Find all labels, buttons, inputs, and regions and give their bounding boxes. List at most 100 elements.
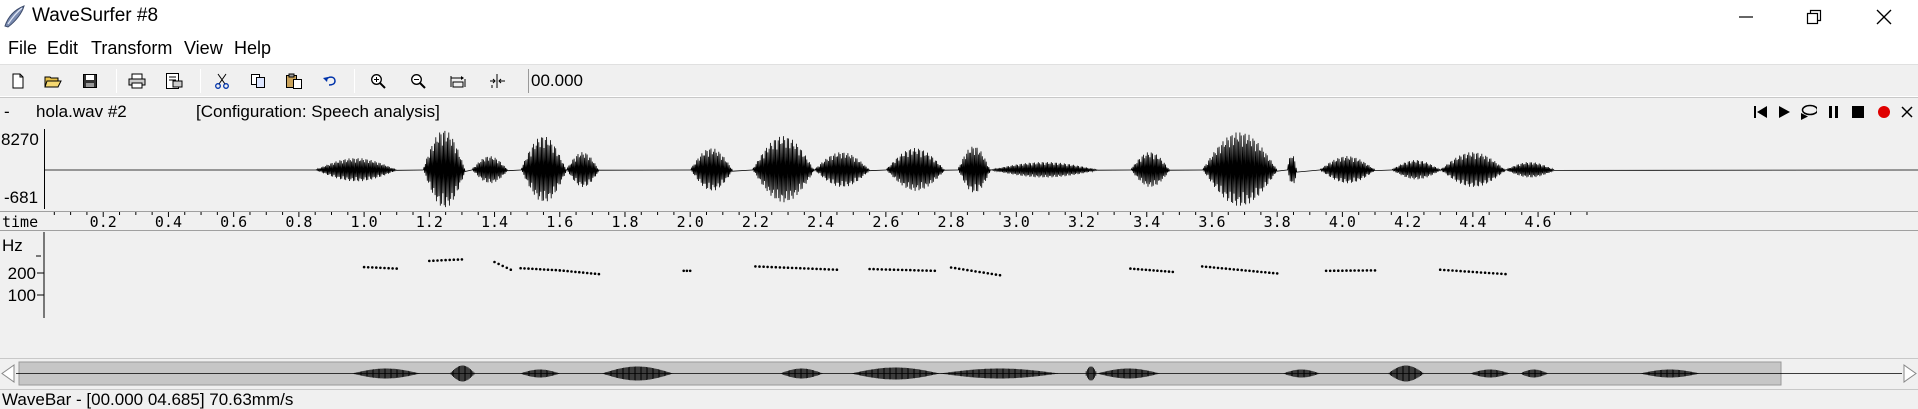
undo-icon (323, 76, 336, 86)
pitch-point (766, 265, 769, 269)
pitch-point (497, 262, 500, 266)
pitch-point (574, 270, 577, 274)
menu-file[interactable]: File (4, 38, 41, 59)
pitch-point (1171, 270, 1175, 274)
pitch-point (1167, 270, 1171, 273)
pitch-point (1349, 269, 1352, 272)
open-button[interactable] (41, 70, 65, 92)
stop-button[interactable] (1849, 103, 1867, 121)
pitch-point (807, 267, 810, 270)
pitch-point (1228, 267, 1232, 271)
print-setup-button[interactable] (162, 70, 186, 92)
pitch-point (921, 269, 924, 272)
zoom-out-button[interactable] (406, 70, 430, 92)
menu-edit[interactable]: Edit (43, 38, 82, 59)
configuration-label: [Configuration: Speech analysis] (196, 102, 440, 121)
pitch-point (428, 259, 431, 263)
pitch-point (1148, 268, 1151, 272)
skip-to-start-icon (1754, 106, 1767, 118)
wavesurfer-logo-icon (4, 5, 25, 28)
pitch-point (1455, 269, 1458, 273)
skip-to-start-button[interactable] (1752, 103, 1770, 121)
pitch-point (1491, 272, 1495, 275)
minimize-button[interactable] (1712, 0, 1780, 34)
pitch-point (1369, 269, 1373, 272)
pitch-point (519, 266, 522, 270)
pitch-point (440, 259, 443, 262)
pitch-point (929, 269, 932, 272)
pitch-point (452, 258, 456, 261)
save-button[interactable] (78, 70, 102, 92)
stop-icon (1852, 106, 1864, 118)
print-icon (128, 73, 146, 89)
waveform-pane[interactable]: 8270 -681 (0, 125, 1918, 209)
new-file-button[interactable] (6, 70, 30, 92)
pitch-point (868, 267, 871, 271)
pitch-point (1204, 265, 1208, 269)
print-setup-icon (166, 73, 183, 89)
pitch-point (1156, 269, 1159, 272)
pitch-pane[interactable]: Hz 200 100 (0, 232, 1918, 318)
pitch-point (570, 270, 573, 273)
play-button[interactable] (1775, 103, 1793, 121)
zoom-in-icon (371, 74, 386, 89)
sound-menu-dash[interactable]: - (4, 102, 10, 122)
play-icon (1779, 106, 1790, 118)
pitch-point (994, 273, 998, 276)
waveform-trace (45, 130, 1918, 208)
pitch-point (1459, 269, 1462, 273)
pitch-point (1496, 272, 1499, 275)
pitch-point (1275, 272, 1279, 275)
pitch-point (888, 268, 892, 271)
cut-button[interactable] (210, 70, 234, 92)
play-loop-button[interactable] (1799, 103, 1817, 121)
pitch-point (1240, 268, 1243, 272)
paste-icon (286, 73, 302, 89)
menu-transform[interactable]: Transform (87, 38, 176, 59)
pitch-point (1447, 269, 1450, 272)
close-sound-button[interactable] (1898, 103, 1916, 121)
pitch-point (794, 266, 798, 270)
close-icon (1901, 106, 1913, 118)
pitch-point (880, 268, 884, 271)
menu-help[interactable]: Help (230, 38, 275, 59)
sound-header: - hola.wav #2 [Configuration: Speech ana… (0, 98, 1918, 125)
pitch-point (509, 268, 513, 271)
pitch-point (778, 266, 782, 269)
pitch-point (550, 268, 554, 272)
zoom-selection-button[interactable] (486, 70, 510, 92)
wavebar-overview[interactable] (0, 358, 1918, 389)
pitch-point (1479, 271, 1483, 274)
pitch-point (998, 273, 1002, 277)
time-axis-ticks: 0.2 0.4 0.6 0.8 1.0 1.2 1.4 1.6 1.8 2.0 2.2 2.4 2.6 2… (53, 212, 1588, 231)
pitch-point (379, 266, 382, 270)
menu-view[interactable]: View (180, 38, 227, 59)
pitch-point (535, 267, 538, 271)
undo-button[interactable] (318, 70, 342, 92)
restore-button[interactable] (1780, 0, 1848, 34)
pitch-point (1160, 269, 1163, 273)
pitch-point (872, 267, 875, 271)
pitch-point (953, 266, 957, 270)
paste-button[interactable] (282, 70, 306, 92)
pitch-point (1438, 268, 1442, 271)
pitch-point (1451, 269, 1454, 272)
copy-button[interactable] (246, 70, 270, 92)
pitch-point (1504, 272, 1507, 276)
close-icon (1876, 9, 1892, 25)
pitch-point (896, 268, 900, 272)
pause-button[interactable] (1825, 103, 1843, 121)
record-button[interactable] (1875, 103, 1893, 121)
pitch-point (835, 268, 839, 271)
zoom-full-button[interactable] (446, 70, 470, 92)
zoom-in-button[interactable] (366, 70, 390, 92)
pitch-point (597, 272, 601, 276)
close-window-button[interactable] (1850, 0, 1918, 34)
pitch-point (383, 266, 386, 270)
pitch-point (1345, 269, 1348, 272)
pitch-point (391, 267, 394, 270)
open-folder-icon (44, 76, 62, 88)
zoom-selection-icon (490, 74, 505, 88)
record-icon (1878, 106, 1890, 118)
print-button[interactable] (125, 70, 149, 92)
